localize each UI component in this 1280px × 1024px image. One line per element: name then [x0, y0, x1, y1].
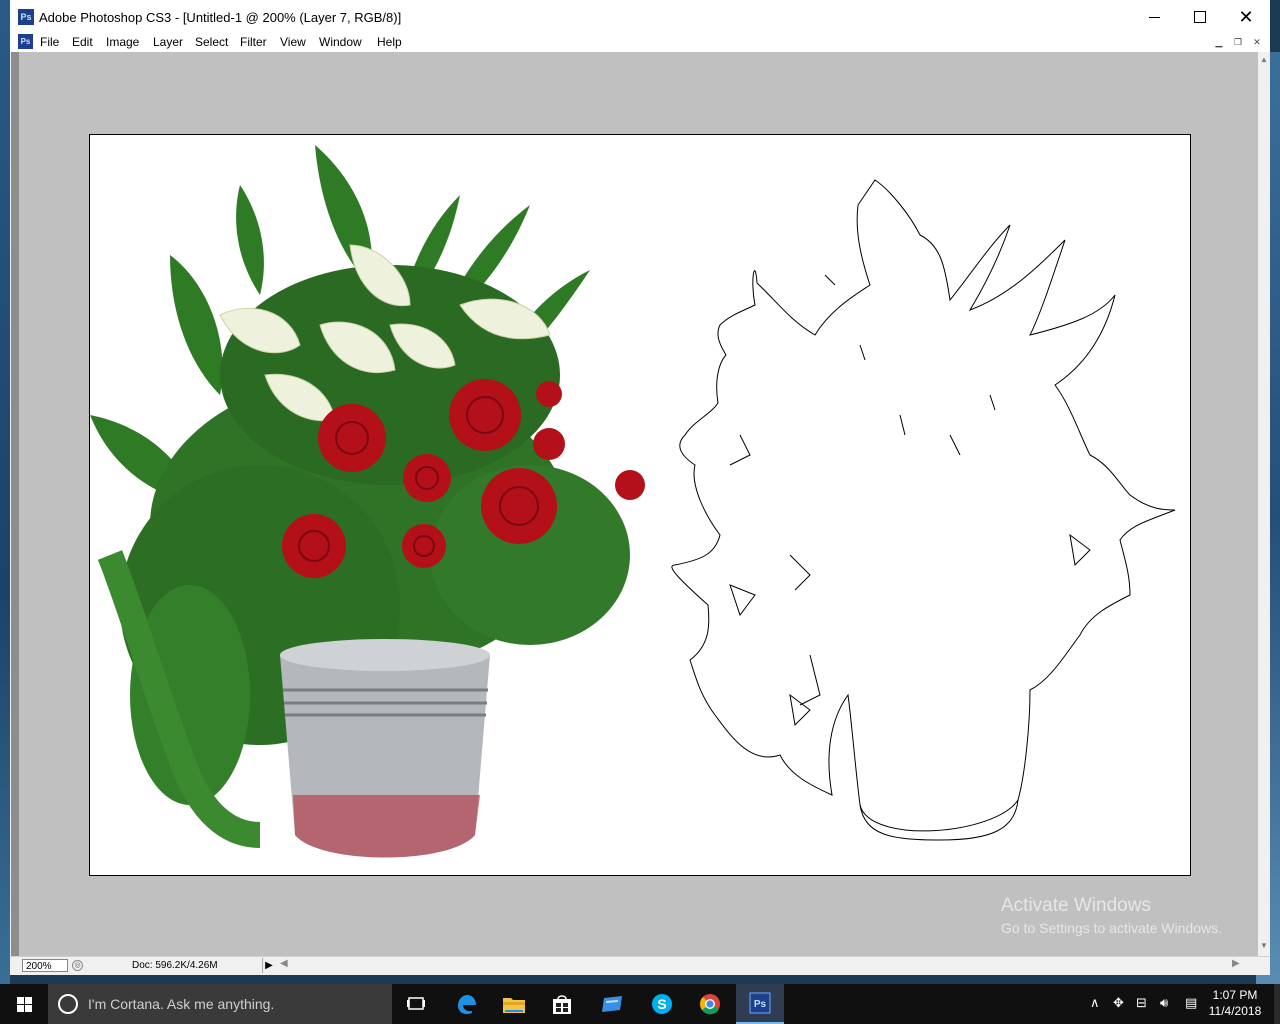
status-bar: 200% ◎ Doc: 596.2K/4.26M ▶ ◀ ▶ — [10, 956, 1270, 975]
cortana-search-box[interactable]: I'm Cortana. Ask me anything. — [48, 984, 392, 1024]
close-button[interactable]: ✕ — [1223, 0, 1269, 34]
window-title: Adobe Photoshop CS3 - [Untitled-1 @ 200%… — [39, 10, 402, 25]
vertical-scrollbar[interactable]: ▲ ▼ — [1258, 52, 1270, 956]
scroll-up-arrow[interactable]: ▲ — [1260, 56, 1268, 64]
photoshop-icon: Ps — [749, 992, 771, 1014]
chrome-icon — [700, 994, 720, 1015]
doc-restore-button[interactable]: ❐ — [1232, 37, 1244, 48]
scroll-left-arrow[interactable]: ◀ — [280, 958, 288, 969]
dropbox-icon[interactable]: ✥ — [1113, 995, 1124, 1011]
remote-desktop-button[interactable] — [588, 984, 636, 1024]
skype-icon: S — [652, 994, 672, 1014]
menu-select[interactable]: Select — [195, 35, 228, 49]
remote-desktop-icon — [602, 996, 622, 1012]
photoshop-taskbar-button[interactable]: Ps — [736, 984, 784, 1024]
windows-logo-icon — [16, 996, 32, 1012]
clock-date: 11/4/2018 — [1208, 1004, 1262, 1018]
chrome-button[interactable] — [686, 984, 734, 1024]
menu-edit[interactable]: Edit — [72, 35, 93, 49]
photoshop-app-icon[interactable]: Ps — [18, 9, 34, 25]
file-explorer-icon — [503, 998, 525, 1013]
task-view-icon — [407, 997, 425, 1010]
photoshop-window: Ps Adobe Photoshop CS3 - [Untitled-1 @ 2… — [10, 0, 1270, 975]
bouquet-photo — [90, 145, 645, 858]
skype-icon-label: S — [657, 996, 666, 1012]
scroll-right-arrow[interactable]: ▶ — [1232, 958, 1240, 969]
menu-filter[interactable]: Filter — [240, 35, 267, 49]
system-clock[interactable]: 1:07 PM 11/4/2018 — [1208, 987, 1262, 1019]
photoshop-icon-label: Ps — [754, 999, 767, 1010]
show-desktop-button[interactable] — [1274, 984, 1280, 1024]
doc-minimize-button[interactable]: ▁ — [1213, 37, 1225, 48]
menu-help[interactable]: Help — [377, 35, 402, 49]
store-icon — [553, 995, 571, 1014]
minimize-button[interactable] — [1131, 0, 1177, 34]
status-menu-arrow[interactable]: ▶ — [262, 958, 275, 973]
cortana-icon — [58, 994, 78, 1014]
activate-windows-title: Activate Windows — [1001, 895, 1151, 916]
network-icon[interactable]: ⊟ — [1136, 995, 1147, 1011]
edge-icon — [458, 995, 476, 1015]
menu-view[interactable]: View — [280, 35, 306, 49]
file-explorer-button[interactable] — [490, 984, 538, 1024]
maximize-button[interactable] — [1177, 0, 1223, 34]
menu-bar: Ps File Edit Image Layer Select Filter V… — [10, 34, 1270, 52]
store-button[interactable] — [538, 984, 586, 1024]
desktop-wallpaper-left — [0, 0, 10, 984]
task-view-button[interactable] — [392, 984, 440, 1024]
document-icon[interactable]: Ps — [18, 34, 33, 49]
scroll-down-arrow[interactable]: ▼ — [1260, 942, 1268, 950]
canvas-artwork — [90, 145, 1176, 858]
menu-image[interactable]: Image — [106, 35, 139, 49]
search-placeholder: I'm Cortana. Ask me anything. — [88, 996, 275, 1012]
status-info-icon[interactable]: ◎ — [72, 960, 83, 971]
image-canvas[interactable] — [89, 134, 1191, 876]
zoom-level-field[interactable]: 200% — [22, 959, 68, 972]
clock-time: 1:07 PM — [1212, 988, 1258, 1002]
taskbar: I'm Cortana. Ask me anything. S Ps ∧ ✥ ⊟… — [0, 984, 1280, 1024]
close-icon: ✕ — [1238, 7, 1254, 27]
edge-button[interactable] — [442, 984, 490, 1024]
volume-icon[interactable]: 🔊︎ — [1160, 995, 1168, 1011]
action-center-icon[interactable]: ▤ — [1185, 995, 1197, 1011]
bouquet-outline — [671, 179, 1176, 841]
title-bar[interactable]: Ps Adobe Photoshop CS3 - [Untitled-1 @ 2… — [10, 0, 1270, 35]
skype-button[interactable]: S — [638, 984, 686, 1024]
menu-window[interactable]: Window — [319, 35, 362, 49]
show-hidden-icons-button[interactable]: ∧ — [1090, 995, 1100, 1011]
document-size-info: Doc: 596.2K/4.26M — [132, 960, 218, 971]
activate-windows-subtitle: Go to Settings to activate Windows. — [1001, 920, 1222, 936]
maximize-icon — [1194, 11, 1206, 23]
doc-close-button[interactable]: ✕ — [1251, 37, 1263, 48]
minimize-icon — [1148, 16, 1160, 18]
menu-file[interactable]: File — [40, 35, 59, 49]
menu-layer[interactable]: Layer — [153, 35, 183, 49]
document-area[interactable]: Activate Windows Go to Settings to activ… — [11, 52, 1258, 956]
start-button[interactable] — [0, 984, 48, 1024]
